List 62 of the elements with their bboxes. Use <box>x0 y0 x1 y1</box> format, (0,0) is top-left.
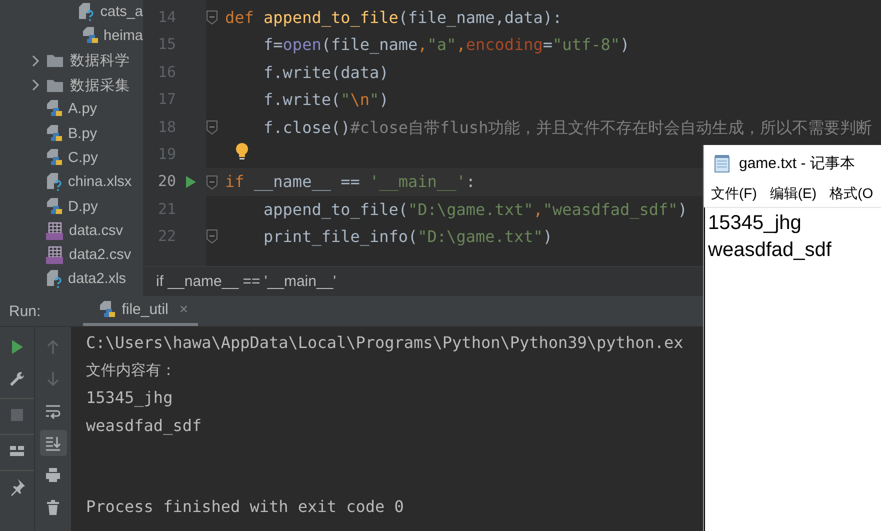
spreadsheet-file-icon <box>46 222 63 240</box>
fold-marker-icon[interactable] <box>206 10 218 26</box>
folder-icon <box>46 78 64 93</box>
code-line: if __name__ == '__main__': <box>225 171 476 194</box>
console-line: weasdfad_sdf <box>86 414 203 437</box>
printer-icon[interactable] <box>44 466 62 484</box>
trash-icon[interactable] <box>44 498 62 516</box>
fold-marker-icon[interactable] <box>206 229 218 244</box>
notepad-icon <box>712 154 732 172</box>
tree-item[interactable]: data2.xls <box>0 267 143 292</box>
tree-item[interactable]: D.py <box>0 194 143 219</box>
run-tab[interactable]: file_util × <box>82 296 198 326</box>
code-line: f.write("\n") <box>262 89 389 112</box>
breadcrumb[interactable]: if __name__ == '__main__' <box>156 273 336 290</box>
python-file-icon <box>46 198 62 216</box>
window-title: game.txt - 记事本 <box>739 154 855 172</box>
code-line: def append_to_file(file_name,data): <box>225 7 562 29</box>
tree-item[interactable]: 数据采集 <box>0 72 143 98</box>
python-file-icon <box>46 124 62 143</box>
code-line: print_file_info("D:\game.txt") <box>262 226 553 248</box>
unknown-file-icon <box>46 270 62 288</box>
lightbulb-icon[interactable] <box>235 142 249 161</box>
menu-item[interactable]: 格式(O <box>830 185 874 203</box>
tree-item[interactable]: A.py <box>0 97 143 122</box>
soft-wrap-icon[interactable] <box>44 402 62 420</box>
code-line: append_to_file("D:\game.txt","weasdfad_sdf") <box>262 198 688 221</box>
unknown-file-icon <box>78 3 94 22</box>
python-icon <box>98 300 115 318</box>
text-area[interactable]: 15345_jhg weasdfad_sdf <box>704 207 881 531</box>
unknown-file-icon <box>46 173 62 192</box>
code-line: f.close()#close自带flush功能，并且文件不存在时会自动生成，所以不需要判断 <box>262 116 872 139</box>
code-line: f.write(data) <box>262 62 389 84</box>
console-line: Process finished with exit code 0 <box>86 496 405 518</box>
python-file-icon <box>46 148 62 167</box>
close-icon[interactable]: × <box>179 301 188 318</box>
chevron-icon[interactable] <box>30 54 40 67</box>
spreadsheet-file-icon <box>46 246 63 264</box>
tree-item[interactable]: heima <box>0 24 143 49</box>
console-line: C:\Users\hawa\AppData\Local\Programs\Python\Python39\python.ex <box>86 332 684 354</box>
console-line: 文件内容有： <box>86 360 177 380</box>
line-number: 20 <box>156 171 176 192</box>
chevron-icon[interactable] <box>30 79 40 92</box>
menu-item[interactable]: 编辑(E) <box>770 185 817 203</box>
folder-icon <box>46 53 64 68</box>
tree-item[interactable]: 数据科学 <box>0 48 143 73</box>
tree-item[interactable]: data.csv <box>0 218 143 243</box>
fold-marker-icon[interactable] <box>206 120 218 135</box>
tree-item[interactable]: B.py <box>0 121 143 146</box>
tree-item[interactable]: cats_a <box>0 0 143 24</box>
python-file-icon <box>82 27 98 46</box>
wrench-icon[interactable] <box>8 370 26 388</box>
code-line: f=open(file_name,"a",encoding="utf-8") <box>262 34 630 56</box>
tree-item[interactable]: data2.csv <box>0 242 143 268</box>
menu-item[interactable]: 文件(F) <box>711 185 757 203</box>
fold-marker-icon[interactable] <box>206 174 218 190</box>
console-line: 15345_jhg <box>86 387 174 409</box>
run-icon[interactable] <box>185 175 197 190</box>
run-label: Run: <box>9 302 41 320</box>
tree-item[interactable]: C.py <box>0 146 143 170</box>
tree-item[interactable]: china.xlsx <box>0 170 143 194</box>
python-file-icon <box>46 100 62 118</box>
scroll-to-end-button[interactable] <box>40 430 66 456</box>
